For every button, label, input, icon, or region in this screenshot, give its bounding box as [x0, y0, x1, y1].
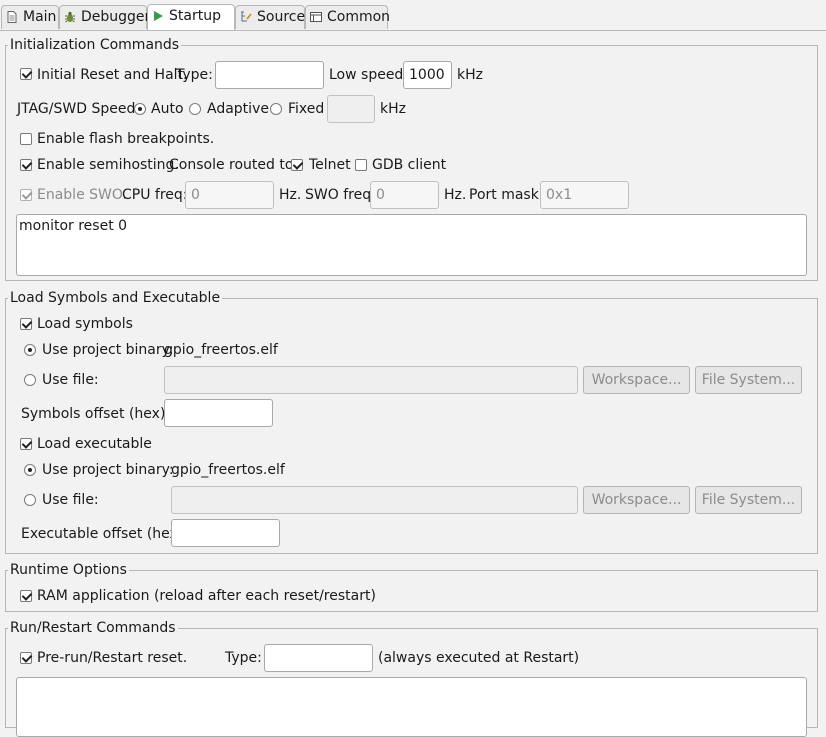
swo-checkbox[interactable]	[20, 189, 32, 201]
symbols-offset-label: Symbols offset (hex):	[21, 406, 171, 422]
tab-main[interactable]: Main	[1, 5, 59, 29]
port-mask-input[interactable]	[540, 181, 629, 209]
symbols-file-input[interactable]	[164, 366, 578, 394]
low-speed-input[interactable]	[403, 61, 452, 89]
init-commands-textarea[interactable]: monitor reset 0	[16, 214, 807, 276]
gdb-client-checkbox[interactable]	[355, 159, 367, 171]
khz-label: kHz	[457, 67, 483, 83]
exec-project-binary-label: Use project binary:	[42, 462, 174, 478]
group-title: Load Symbols and Executable	[8, 289, 223, 307]
hz-label: Hz.	[444, 187, 467, 203]
gdb-client-label: GDB client	[372, 157, 447, 173]
swo-freq-label: SWO freq:	[305, 187, 376, 203]
document-icon	[7, 11, 17, 23]
console-routed-label: Console routed to:	[169, 157, 299, 173]
symbols-use-file-label: Use file:	[42, 372, 99, 388]
symbols-project-binary-label: Use project binary:	[42, 342, 174, 358]
tab-label: Source	[257, 9, 306, 25]
speed-auto-label: Auto	[151, 101, 184, 117]
run-commands-textarea[interactable]	[16, 677, 807, 737]
prerun-reset-checkbox[interactable]	[20, 652, 32, 664]
exec-project-binary-radio[interactable]	[24, 464, 36, 476]
cpu-freq-input[interactable]	[185, 181, 274, 209]
semihosting-label: Enable semihosting.	[37, 157, 179, 173]
tab-label: Debugger	[81, 9, 151, 25]
load-symbols-label: Load symbols	[37, 316, 133, 332]
tab-label: Main	[23, 9, 57, 25]
speed-fixed-label: Fixed	[288, 101, 325, 117]
group-title: Initialization Commands	[8, 36, 182, 54]
speed-adaptive-label: Adaptive	[207, 101, 269, 117]
ram-application-label: RAM application (reload after each reset…	[37, 588, 376, 604]
tab-label: Startup	[169, 8, 221, 24]
exec-use-file-radio[interactable]	[24, 494, 36, 506]
cpu-freq-label: CPU freq:	[122, 187, 188, 203]
reset-type-input[interactable]	[215, 61, 324, 89]
speed-fixed-radio[interactable]	[270, 103, 282, 115]
source-icon	[241, 11, 252, 22]
flash-breakpoints-checkbox[interactable]	[20, 133, 32, 145]
exec-binary-name: gpio_freertos.elf	[171, 462, 285, 478]
khz-label: kHz	[380, 101, 406, 117]
tab-label: Common	[327, 9, 391, 25]
flash-breakpoints-label: Enable flash breakpoints.	[37, 131, 215, 147]
run-icon	[154, 11, 163, 21]
exec-workspace-button[interactable]: Workspace...	[583, 486, 690, 514]
symbols-offset-input[interactable]	[164, 399, 273, 427]
initial-reset-checkbox[interactable]	[20, 68, 32, 80]
group-title: Runtime Options	[8, 561, 129, 579]
low-speed-label: Low speed:	[329, 67, 409, 83]
port-mask-label: Port mask:	[469, 187, 544, 203]
exec-file-system-button[interactable]: File System...	[695, 486, 802, 514]
exec-use-file-label: Use file:	[42, 492, 99, 508]
exec-offset-label: Executable offset (hex):	[21, 526, 189, 542]
prerun-reset-label: Pre-run/Restart reset.	[37, 650, 188, 666]
telnet-checkbox[interactable]	[291, 159, 303, 171]
symbols-project-binary-radio[interactable]	[24, 344, 36, 356]
symbols-use-file-radio[interactable]	[24, 374, 36, 386]
group-title: Run/Restart Commands	[8, 619, 178, 637]
tab-bar: Main Debugger Startup Source Common	[0, 0, 826, 31]
fixed-speed-input[interactable]	[327, 95, 375, 123]
common-icon	[310, 12, 322, 22]
semihosting-checkbox[interactable]	[20, 159, 32, 171]
run-type-label: Type:	[225, 650, 262, 666]
symbols-binary-name: gpio_freertos.elf	[164, 342, 278, 358]
type-label: Type:	[176, 67, 213, 83]
load-symbols-group: Load Symbols and Executable	[5, 289, 818, 554]
tab-debugger[interactable]: Debugger	[59, 5, 151, 29]
load-symbols-checkbox[interactable]	[20, 318, 32, 330]
symbols-file-system-button[interactable]: File System...	[695, 366, 802, 394]
speed-adaptive-radio[interactable]	[189, 103, 201, 115]
ram-application-checkbox[interactable]	[20, 590, 32, 602]
symbols-workspace-button[interactable]: Workspace...	[583, 366, 690, 394]
telnet-label: Telnet	[309, 157, 351, 173]
always-executed-label: (always executed at Restart)	[378, 650, 580, 666]
load-executable-checkbox[interactable]	[20, 438, 32, 450]
swo-label: Enable SWO.	[37, 187, 127, 203]
swo-freq-input[interactable]	[370, 181, 439, 209]
run-type-input[interactable]	[264, 644, 373, 672]
exec-offset-input[interactable]	[171, 519, 280, 547]
tab-startup[interactable]: Startup	[147, 4, 235, 30]
hz-label: Hz.	[279, 187, 302, 203]
exec-file-input[interactable]	[171, 486, 578, 514]
bug-icon	[65, 11, 75, 23]
jtag-speed-label: JTAG/SWD Speed:	[17, 101, 141, 117]
tab-common[interactable]: Common	[305, 5, 391, 29]
tab-source[interactable]: Source	[235, 5, 305, 29]
speed-auto-radio[interactable]	[134, 103, 146, 115]
initial-reset-label: Initial Reset and Halt.	[37, 67, 188, 83]
load-executable-label: Load executable	[37, 436, 152, 452]
